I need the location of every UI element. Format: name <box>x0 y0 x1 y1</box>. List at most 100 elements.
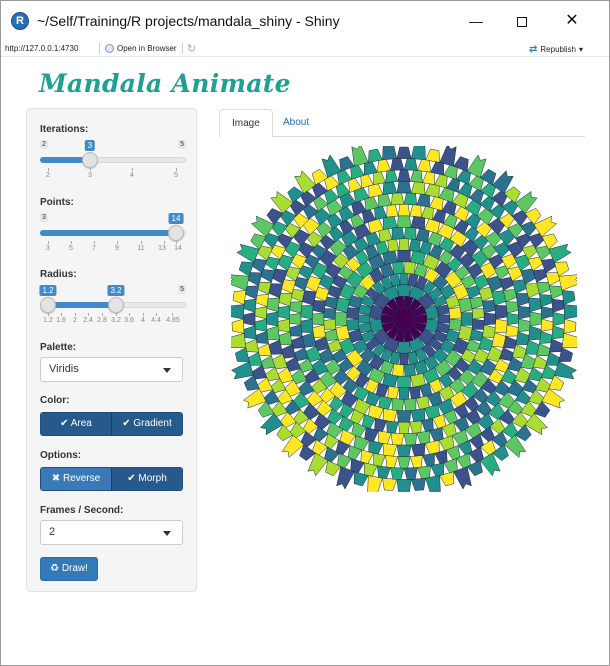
mandala-tile <box>397 375 411 389</box>
mandala-tile <box>387 385 400 400</box>
mandala-tile <box>386 420 399 434</box>
mandala-tile <box>312 324 326 338</box>
slider-tick-label: 2.4 <box>83 317 93 324</box>
fps-select-value: 2 <box>49 526 56 538</box>
mandala-tile <box>409 169 423 183</box>
mandala-tile <box>390 158 405 171</box>
color-gradient-button[interactable]: ✔ Gradient <box>111 413 182 435</box>
mandala-tile <box>399 352 409 366</box>
globe-icon <box>105 44 114 53</box>
close-button[interactable]: ✕ <box>549 7 595 35</box>
maximize-button[interactable] <box>499 7 545 35</box>
mandala-tile <box>397 169 411 182</box>
slider-tick-label: 4.85 <box>166 317 180 324</box>
slider-handle[interactable] <box>168 225 184 241</box>
mandala-tile <box>323 308 337 320</box>
slider-tick <box>48 313 49 316</box>
mandala-tile <box>266 311 279 327</box>
slider-tick-label: 5 <box>174 172 178 179</box>
mandala-tile <box>312 300 326 314</box>
cross-icon: ✖ <box>51 473 61 484</box>
slider-handle-low[interactable] <box>40 297 56 313</box>
slider-tick <box>102 313 103 316</box>
mandala-tile <box>260 269 276 283</box>
slider-value-label: 3 <box>84 140 96 151</box>
mandala-tile <box>396 215 412 228</box>
mandala-tile <box>528 297 542 313</box>
mandala-tile <box>397 421 411 434</box>
mandala-tile <box>563 318 577 334</box>
slider-max-label: 5 <box>178 140 186 149</box>
mandala-tile <box>390 432 405 446</box>
mandala-tile <box>396 341 412 354</box>
mandala-tile <box>551 325 565 340</box>
palette-select-value: Viridis <box>49 363 79 375</box>
mandala-tile <box>266 325 280 341</box>
slider-tick <box>172 313 173 316</box>
check-icon: ✔ <box>122 418 131 429</box>
mandala-tile <box>300 305 314 320</box>
fps-label: Frames / Second: <box>40 505 124 516</box>
fps-select[interactable]: 2 <box>40 520 183 545</box>
mandala-tile <box>397 249 411 263</box>
slider-tick-label: 4 <box>130 172 134 179</box>
mandala-tile <box>551 298 565 313</box>
slider-handle-high[interactable] <box>108 297 124 313</box>
mandala-tile <box>403 363 416 377</box>
republish-button[interactable]: ⇄ Republish ▾ <box>529 44 583 55</box>
slider-low-value-label: 1.2 <box>39 285 57 296</box>
slider-tick-label: 3 <box>88 172 92 179</box>
mandala-tile <box>254 318 268 332</box>
slider-tick-label: 1.6 <box>56 317 66 324</box>
slider-tick-label: 3 <box>46 245 50 252</box>
options-button-group: ✖ Reverse ✔ Morph <box>40 467 183 491</box>
tab-about[interactable]: About <box>271 109 321 137</box>
slider-tick-label: 9 <box>115 245 119 252</box>
mandala-tile <box>529 311 542 327</box>
mandala-tile <box>294 347 310 362</box>
slider-tick <box>117 241 118 244</box>
open-in-browser-button[interactable]: Open in Browser <box>105 44 177 53</box>
mandala-tile <box>498 347 514 362</box>
mandala-tile <box>277 318 291 333</box>
slider-tick <box>75 313 76 316</box>
radius-label: Radius: <box>40 269 77 280</box>
mandala-tile <box>382 443 398 457</box>
check-icon: ✔ <box>127 473 136 484</box>
slider-tick-label: 3.2 <box>111 317 121 324</box>
options-label: Options: <box>40 450 82 461</box>
slider-tick-label: 13 <box>158 245 166 252</box>
sidebar-panel: Iterations: 2 5 3 2 3 4 5 Points: 3 14 3… <box>26 108 197 592</box>
radius-range-slider[interactable]: 1.2 3.2 5 1.2 1.6 2 2.4 2.8 3.2 3.6 4 4.… <box>39 285 186 325</box>
option-reverse-button[interactable]: ✖ Reverse <box>41 468 111 490</box>
toolbar-divider <box>99 43 100 54</box>
palette-select[interactable]: Viridis <box>40 357 183 382</box>
mandala-tile <box>505 324 519 337</box>
color-area-button[interactable]: ✔ Area <box>41 413 111 435</box>
mandala-tile <box>232 290 247 305</box>
minimize-button[interactable]: — <box>453 7 499 35</box>
slider-tick-label: 7 <box>92 245 96 252</box>
refresh-icon[interactable]: ↻ <box>187 42 196 55</box>
mandala-tile <box>260 355 276 369</box>
mandala-tile <box>396 410 412 423</box>
mandala-tile <box>385 169 399 183</box>
mandala-tile <box>266 297 280 313</box>
slider-tick <box>61 313 62 316</box>
mandala-tile <box>482 324 496 338</box>
tab-image[interactable]: Image <box>219 109 273 138</box>
slider-handle[interactable] <box>82 152 98 168</box>
iterations-slider[interactable]: 2 5 3 2 3 4 5 <box>40 140 186 180</box>
mandala-tile <box>396 479 412 492</box>
draw-button[interactable]: ♻ Draw! <box>40 557 98 581</box>
mandala-tile <box>392 261 405 275</box>
mandala-tile <box>289 324 303 337</box>
mandala-tile <box>397 456 411 469</box>
option-morph-button[interactable]: ✔ Morph <box>111 468 182 490</box>
points-slider[interactable]: 3 14 3 5 7 9 11 13 14 <box>40 213 186 253</box>
mandala-tile <box>254 306 268 320</box>
mandala-tile <box>448 318 462 331</box>
mandala-tile <box>382 181 398 195</box>
mandala-tile <box>391 227 405 240</box>
mandala-tile <box>396 181 412 194</box>
